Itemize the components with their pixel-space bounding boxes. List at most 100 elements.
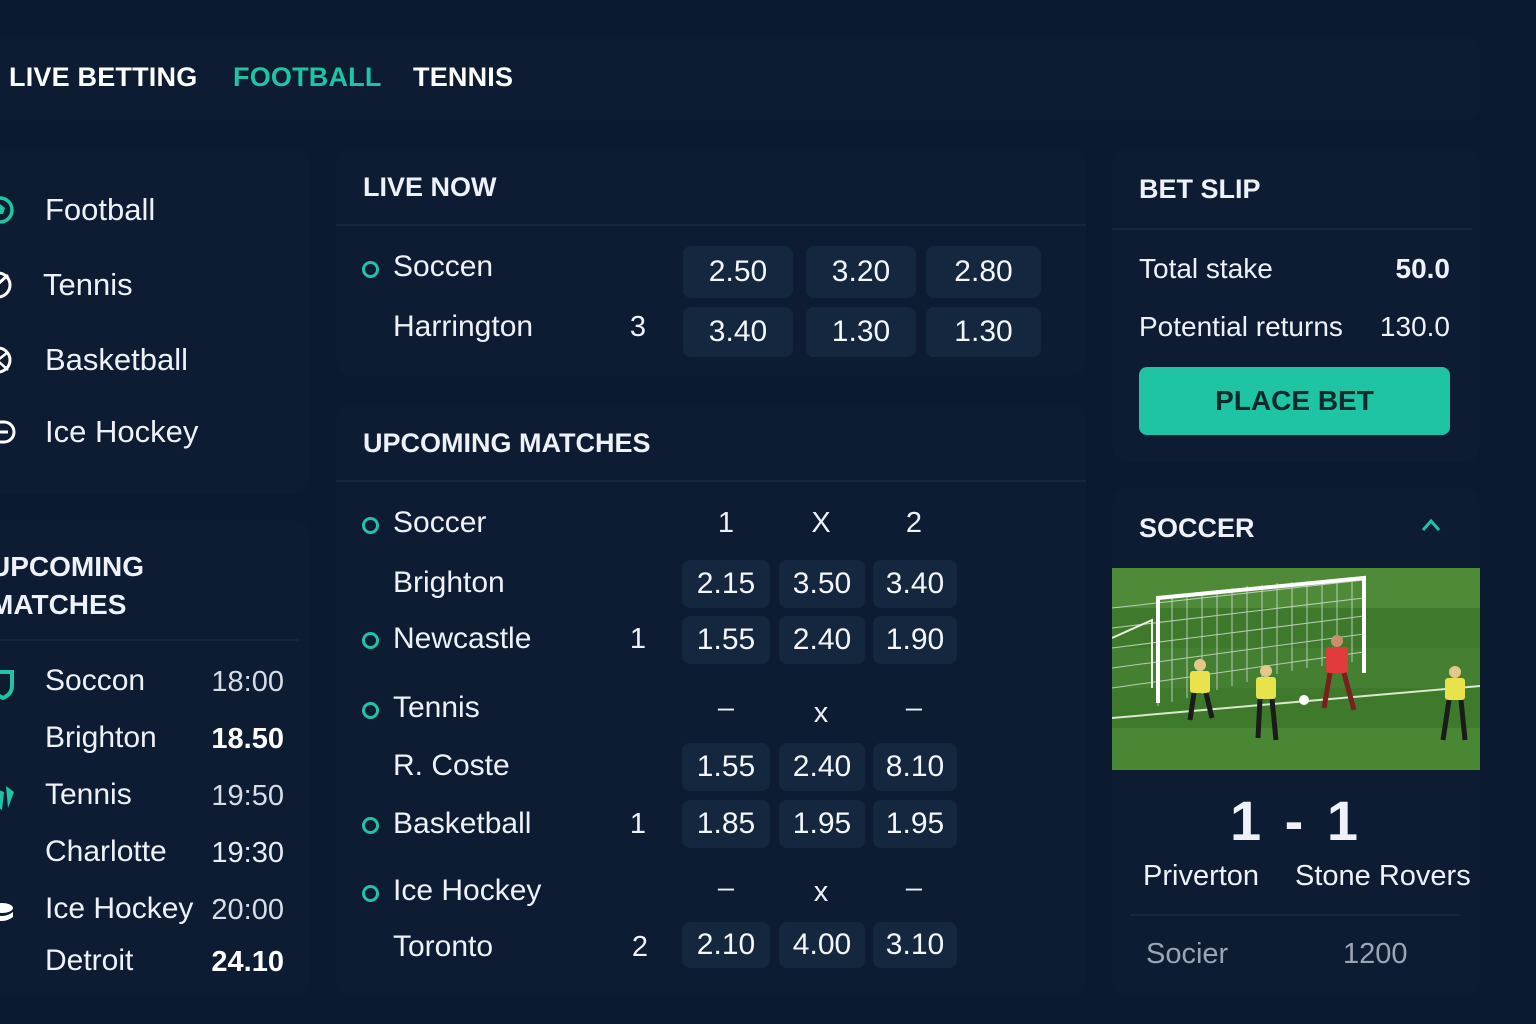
football-icon: [0, 196, 14, 224]
sidebar-item-label: Basketball: [45, 342, 189, 377]
column-header-draw: x: [813, 697, 829, 729]
list-item[interactable]: Ice Hockey 20:00: [0, 892, 284, 932]
odds-button[interactable]: 1.30: [806, 307, 916, 357]
tennis-leaf-icon: [0, 786, 14, 810]
home-team-name: Priverton: [1143, 860, 1260, 892]
odds-button[interactable]: 8.10: [873, 743, 957, 791]
total-stake-label: Total stake: [1139, 253, 1273, 284]
tab-live-betting[interactable]: LIVE BETTING: [9, 62, 197, 93]
column-header-away: –: [905, 872, 923, 904]
divider: [1112, 228, 1472, 230]
match-score: 1 - 1: [1229, 789, 1363, 852]
list-item[interactable]: Brighton 18.50: [0, 721, 284, 761]
sidebar-item-ice-hockey[interactable]: Ice Hockey: [0, 412, 300, 452]
odds-button[interactable]: 1.55: [682, 743, 770, 791]
live-sport-name: Soccen: [393, 250, 494, 283]
upcoming-time: 18:00: [211, 666, 284, 698]
list-item[interactable]: Tennis 19:50: [0, 778, 284, 818]
odds-button[interactable]: 1.85: [682, 800, 770, 848]
sidebar-item-basketball[interactable]: Basketball: [0, 340, 300, 380]
soccer-shield-icon: [0, 670, 14, 700]
match-sport: Tennis: [393, 691, 480, 724]
card-footer-value: 1200: [1343, 938, 1408, 970]
odds-button[interactable]: 2.10: [682, 922, 770, 968]
list-item[interactable]: Soccon 18:00: [0, 664, 284, 704]
live-match-card: [1112, 488, 1480, 996]
sidebar-item-football[interactable]: Football: [0, 190, 300, 230]
column-header-home: –: [717, 872, 735, 904]
total-stake-value: 50.0: [1395, 253, 1451, 284]
sidebar-item-tennis[interactable]: Tennis: [0, 265, 300, 305]
live-score: 3: [629, 311, 647, 343]
place-bet-button[interactable]: PLACE BET: [1139, 367, 1450, 435]
match-team: Brighton: [393, 566, 505, 599]
divider: [0, 639, 298, 641]
hockey-puck-icon: [0, 903, 13, 921]
match-team: Newcastle: [393, 622, 532, 655]
upcoming-matches-title: UPCOMING MATCHES: [363, 428, 651, 458]
odds-button[interactable]: 2.15: [682, 560, 770, 608]
odds-button[interactable]: 3.40: [873, 560, 957, 608]
upcoming-sidebar-title: UPCOMING MATCHES: [0, 551, 144, 620]
divider: [1130, 914, 1460, 916]
sport-dot: [362, 632, 379, 649]
match-sport: Soccer: [393, 506, 487, 539]
basketball-icon: [0, 346, 12, 374]
upcoming-value: 18.50: [211, 723, 284, 755]
odds-button[interactable]: 3.10: [873, 922, 957, 968]
upcoming-time: 19:50: [211, 780, 284, 812]
bet-slip-title: BET SLIP: [1139, 174, 1261, 204]
odds-button[interactable]: 2.40: [779, 616, 865, 664]
column-header-draw: x: [813, 876, 829, 908]
upcoming-sport: Soccon: [45, 664, 146, 697]
odds-button[interactable]: 3.40: [683, 307, 793, 357]
sport-dot: [362, 817, 379, 834]
match-number: 1: [629, 808, 647, 840]
divider: [336, 224, 1086, 226]
sport-dot: [362, 517, 379, 534]
match-team: R. Coste: [393, 749, 510, 782]
tab-football[interactable]: FOOTBALL: [233, 62, 382, 93]
match-video-thumbnail[interactable]: [1112, 568, 1480, 770]
upcoming-team: Charlotte: [45, 835, 167, 868]
card-footer-label: Socier: [1146, 938, 1229, 970]
potential-returns-value: 130.0: [1379, 311, 1450, 342]
match-team: Basketball: [393, 807, 532, 840]
top-nav-bar: [0, 36, 1480, 120]
divider: [336, 480, 1086, 482]
odds-button[interactable]: 1.90: [873, 616, 957, 664]
odds-button[interactable]: 3.50: [779, 560, 865, 608]
sidebar-item-label: Ice Hockey: [45, 414, 199, 449]
upcoming-time: 20:00: [211, 894, 284, 926]
chevron-up-icon[interactable]: [1419, 515, 1443, 535]
odds-button[interactable]: 4.00: [779, 922, 865, 968]
tab-tennis[interactable]: TENNIS: [413, 62, 513, 93]
column-header-home: –: [717, 692, 735, 724]
odds-button[interactable]: 1.55: [682, 616, 770, 664]
upcoming-value: 24.10: [211, 946, 284, 978]
sidebar-item-label: Football: [45, 192, 156, 227]
live-card-title: SOCCER: [1139, 513, 1255, 543]
odds-button[interactable]: 3.20: [806, 246, 916, 298]
upcoming-team: Detroit: [45, 944, 134, 977]
odds-button[interactable]: 2.40: [779, 743, 865, 791]
sport-dot: [362, 885, 379, 902]
odds-button[interactable]: 1.95: [873, 800, 957, 848]
list-item[interactable]: Detroit 24.10: [0, 944, 284, 984]
column-header-home: 1: [717, 507, 735, 539]
upcoming-sport: Tennis: [45, 778, 132, 811]
odds-button[interactable]: 2.50: [683, 246, 793, 298]
live-team-name: Harrington: [393, 310, 534, 343]
odds-button[interactable]: 2.80: [926, 246, 1041, 298]
column-header-draw: X: [811, 507, 831, 539]
sport-dot: [362, 702, 379, 719]
column-header-away: 2: [905, 507, 923, 539]
match-team: Toronto: [393, 930, 494, 963]
upcoming-team: Brighton: [45, 721, 157, 754]
odds-button[interactable]: 1.30: [926, 307, 1041, 357]
away-team-name: Stone Rovers: [1295, 860, 1471, 892]
upcoming-value: 19:30: [211, 837, 284, 869]
odds-button[interactable]: 1.95: [779, 800, 865, 848]
list-item[interactable]: Charlotte 19:30: [0, 835, 284, 875]
live-now-title: LIVE NOW: [363, 172, 497, 202]
